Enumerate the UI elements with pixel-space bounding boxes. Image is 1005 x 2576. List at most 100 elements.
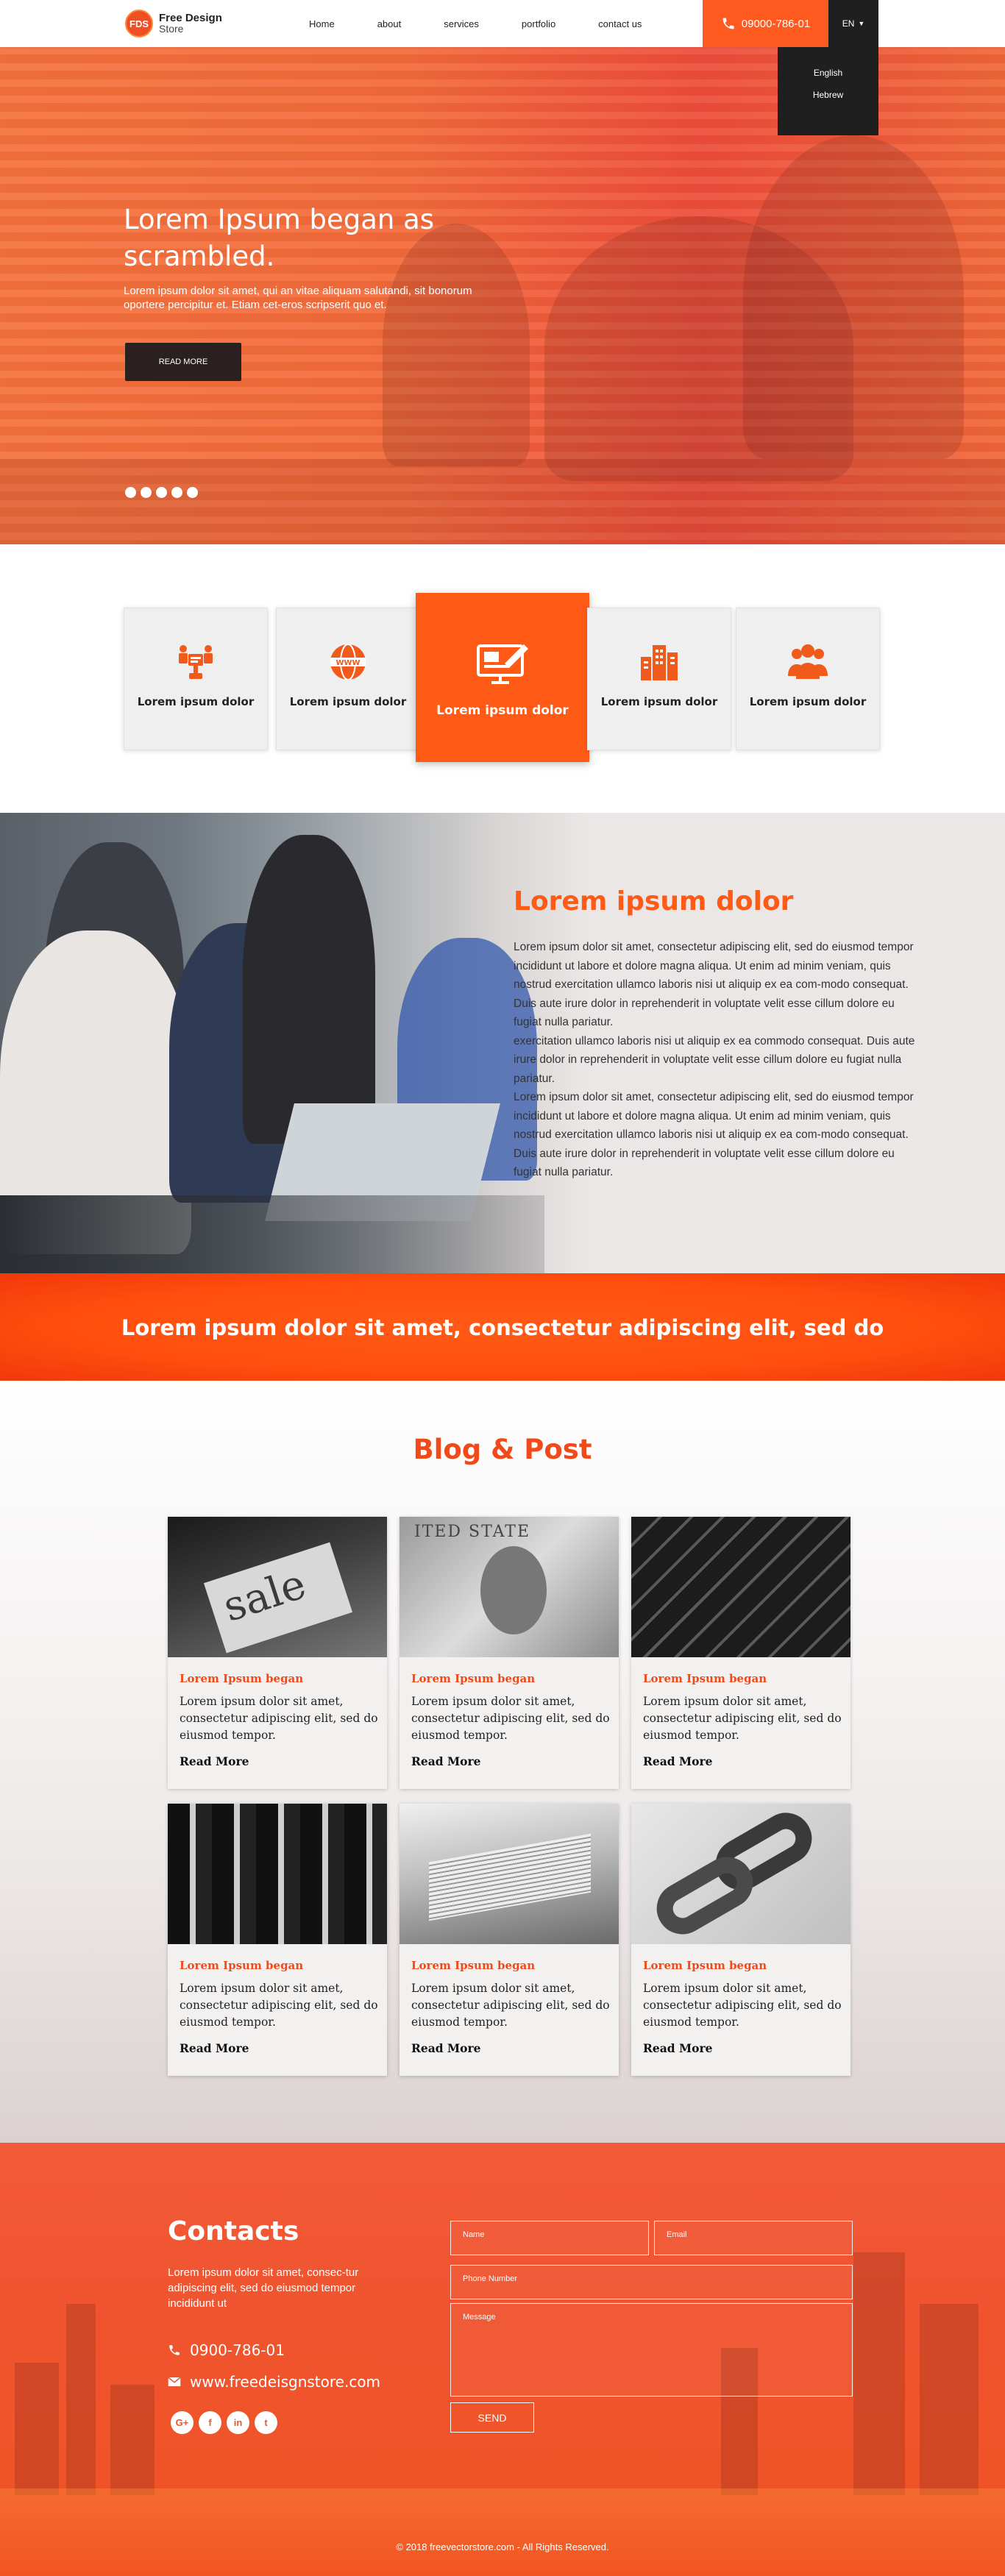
language-current: EN [842,18,855,29]
blog-card[interactable]: Lorem Ipsum began Lorem ipsum dolor sit … [631,1517,850,1789]
caret-down-icon: ▼ [858,20,865,27]
contact-section: Contacts Lorem ipsum dolor sit amet, con… [0,2143,1005,2576]
service-card-active[interactable]: Lorem ipsum dolor [416,593,589,762]
copyright: © 2018 freevectorstore.com - All Rights … [396,2541,609,2552]
blog-card[interactable]: ITED STATE Lorem Ipsum began Lorem ipsum… [399,1517,619,1789]
send-button[interactable]: SEND [450,2402,534,2433]
language-menu: English Hebrew [778,47,878,135]
blog-card[interactable]: Lorem Ipsum began Lorem ipsum dolor sit … [168,1804,387,2076]
read-more-link[interactable]: Read More [643,1754,713,1768]
slider-dot[interactable] [187,487,198,498]
team-structure-icon [179,645,213,679]
social-links: G+ f in t [171,2411,277,2434]
read-more-button[interactable]: READ MORE [125,343,241,381]
blog-excerpt: Lorem ipsum dolor sit amet, consectetur … [411,1982,610,2029]
read-more-link[interactable]: Read More [180,2041,249,2055]
about-paragraph: Lorem ipsum dolor sit amet, consectetur … [514,1091,914,1178]
slider-dot[interactable] [141,487,152,498]
blog-excerpt: Lorem ipsum dolor sit amet, consectetur … [643,1982,842,2029]
phone-icon [722,18,734,29]
email-input[interactable]: Email [654,2221,853,2255]
blog-category: Lorem Ipsum began [180,1672,304,1685]
read-more-link[interactable]: Read More [643,2041,713,2055]
about-paragraph: exercitation ullamco laboris nisi ut ali… [514,1034,915,1085]
cta-banner: Lorem ipsum dolor sit amet, consectetur … [0,1273,1005,1381]
slider-dot[interactable] [156,487,167,498]
site-header: FDS Free Design Store Home about service… [0,0,1005,47]
blog-excerpt: Lorem ipsum dolor sit amet, consectetur … [411,1695,610,1742]
blog-image-escalator [168,1804,387,1944]
blog-card[interactable]: Lorem Ipsum began Lorem ipsum dolor sit … [631,1804,850,2076]
phone-number: 09000-786-01 [741,17,811,30]
blog-image-cards [399,1804,619,1944]
service-label: Lorem ipsum dolor [749,695,867,708]
logo-line1: Free Design [159,12,222,24]
skyline-building [15,2363,59,2495]
service-card[interactable]: Lorem ipsum dolor [587,608,731,750]
service-card[interactable]: WWW Lorem ipsum dolor [276,608,420,750]
skyline-building [66,2304,96,2495]
blog-card[interactable]: sale Lorem Ipsum began Lorem ipsum dolor… [168,1517,387,1789]
read-more-link[interactable]: Read More [180,1754,249,1768]
service-card[interactable]: Lorem ipsum dolor [124,608,268,750]
nav-home[interactable]: Home [309,18,335,29]
contact-title: Contacts [168,2216,299,2246]
service-label: Lorem ipsum dolor [289,695,407,708]
slider-dot[interactable] [171,487,182,498]
nav-portfolio[interactable]: portfolio [522,18,555,29]
google-plus-icon[interactable]: G+ [171,2411,193,2434]
service-label: Lorem ipsum dolor [600,695,718,708]
about-text: Lorem ipsum dolor sit amet, consectetur … [514,938,923,1182]
envelope-icon [168,2377,181,2386]
hero-text: Lorem ipsum dolor sit amet, qui an vitae… [124,285,472,311]
svg-text:WWW: WWW [335,659,360,667]
about-paragraph: Lorem ipsum dolor sit amet, consectetur … [514,941,914,1028]
twitter-icon[interactable]: t [255,2411,277,2434]
logo[interactable]: FDS Free Design Store [125,10,222,38]
about-section: Lorem ipsum dolor Lorem ipsum dolor sit … [0,813,1005,1273]
blog-image-keyboard [631,1517,850,1657]
about-photo-person [243,835,375,1144]
skyline-building [853,2252,905,2495]
blog-title: Blog & Post [413,1434,592,1465]
logo-badge: FDS [125,10,153,38]
contact-phone-number: 0900-786-01 [190,2341,285,2359]
hero-photo-person [743,135,964,459]
blog-category: Lorem Ipsum began [411,1672,536,1685]
nav-services[interactable]: services [444,18,479,29]
contact-website-url[interactable]: www.freedeisgnstore.com [190,2373,380,2391]
service-label: Lorem ipsum dolor [137,695,255,708]
about-photo-desk [0,1195,544,1273]
group-icon [788,644,828,679]
phone-button[interactable]: 09000-786-01 [703,0,828,47]
banner-text: Lorem ipsum dolor sit amet, consectetur … [121,1315,884,1340]
facebook-icon[interactable]: f [199,2411,221,2434]
phone-number-input[interactable]: Phone Number [450,2265,853,2299]
phone-icon [169,2345,180,2355]
blog-excerpt: Lorem ipsum dolor sit amet, consectetur … [180,1982,378,2029]
nav-contact-us[interactable]: contact us [598,18,642,29]
name-input[interactable]: Name [450,2221,649,2255]
nav-about[interactable]: about [377,18,402,29]
read-more-link[interactable]: Read More [411,1754,481,1768]
blog-card[interactable]: Lorem Ipsum began Lorem ipsum dolor sit … [399,1804,619,2076]
design-monitor-icon [477,644,528,684]
slider-dot[interactable] [125,487,136,498]
blog-category: Lorem Ipsum began [180,1959,304,1972]
skyline-building [110,2385,155,2495]
message-textarea[interactable]: Message [450,2303,853,2397]
slider-dots [125,487,198,498]
skyline-building [920,2304,979,2495]
main-nav: Home about services portfolio contact us [309,0,684,47]
about-title: Lorem ipsum dolor [514,886,794,917]
service-card[interactable]: Lorem ipsum dolor [736,608,880,750]
blog-image-chain [631,1804,850,1944]
read-more-link[interactable]: Read More [411,2041,481,2055]
services-section: Lorem ipsum dolor WWW Lorem ipsum dolor … [0,544,1005,813]
language-toggle[interactable]: EN ▼ [828,0,878,47]
skyline-water [0,2488,1005,2576]
linkedin-icon[interactable]: in [227,2411,249,2434]
contact-text: Lorem ipsum dolor sit amet, consec-tur a… [168,2266,359,2310]
language-option-english[interactable]: English [778,68,878,78]
language-option-hebrew[interactable]: Hebrew [778,90,878,100]
